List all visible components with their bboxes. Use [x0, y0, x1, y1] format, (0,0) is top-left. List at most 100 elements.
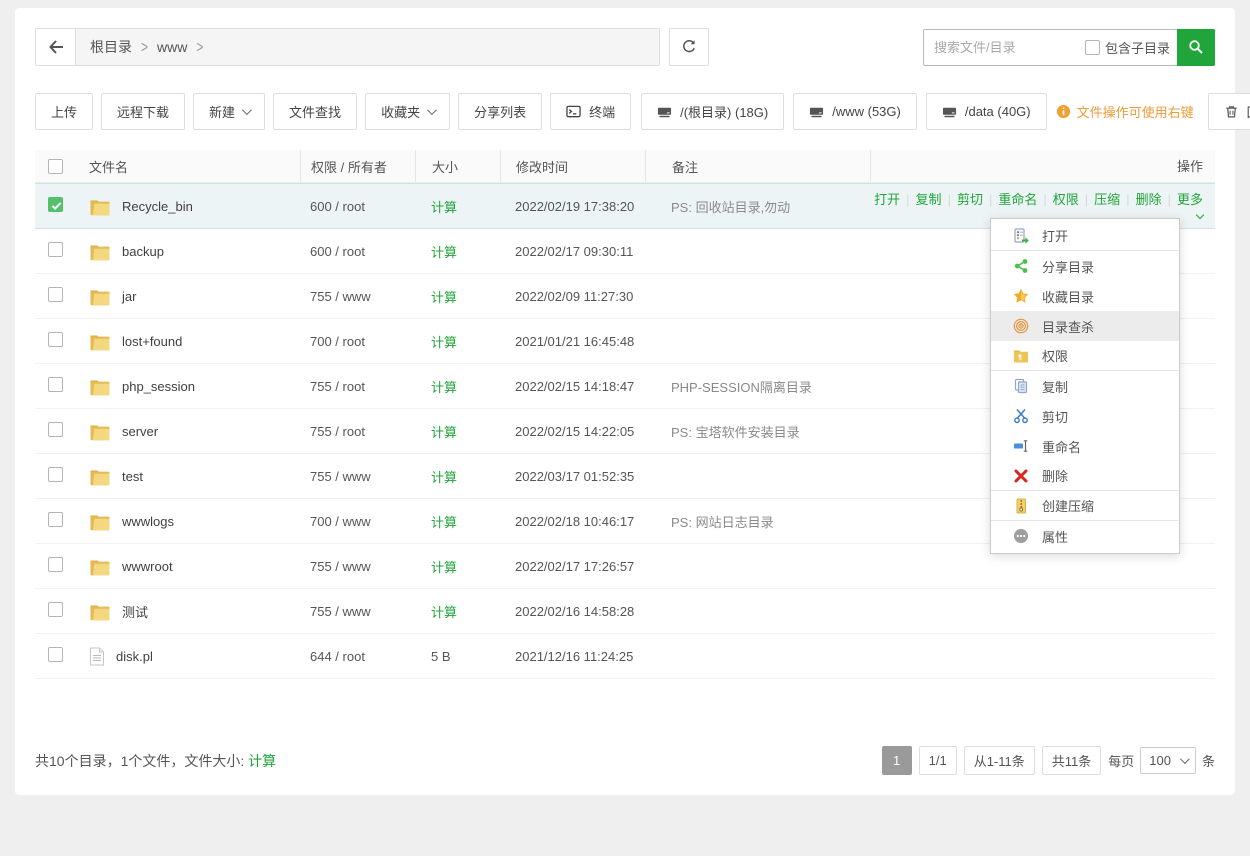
action-delete[interactable]: 删除	[1136, 192, 1162, 207]
select-all-checkbox[interactable]	[48, 159, 63, 174]
search-bar: 包含子目录	[923, 29, 1215, 66]
action-copy[interactable]: 复制	[916, 192, 942, 207]
row-checkbox[interactable]	[48, 287, 63, 302]
action-compress[interactable]: 压缩	[1094, 192, 1120, 207]
header-mtime[interactable]: 修改时间	[500, 150, 645, 182]
row-checkbox[interactable]	[48, 512, 63, 527]
row-checkbox[interactable]	[48, 557, 63, 572]
menu-item-properties[interactable]: 属性	[991, 521, 1179, 551]
calc-size-link[interactable]: 计算	[431, 515, 457, 530]
calc-size-link[interactable]: 计算	[431, 290, 457, 305]
row-checkbox[interactable]	[48, 377, 63, 392]
context-menu: 打开分享目录收藏目录目录查杀权限复制剪切重命名删除创建压缩属性	[990, 218, 1180, 554]
disk-data-button[interactable]: /data (40G)	[926, 93, 1047, 130]
table-row[interactable]: 测试755 / www计算2022/02/16 14:58:28	[35, 589, 1215, 634]
action-rename[interactable]: 重命名	[998, 192, 1037, 207]
search-input[interactable]	[924, 40, 1085, 55]
terminal-button[interactable]: 终端	[550, 93, 631, 130]
menu-item-copy[interactable]: 复制	[991, 371, 1179, 401]
menu-item-create-archive[interactable]: 创建压缩	[991, 491, 1179, 521]
file-permission: 755 / www	[300, 469, 415, 484]
search-button[interactable]	[1177, 29, 1215, 66]
menu-item-open[interactable]: 打开	[991, 221, 1179, 251]
menu-item-delete[interactable]: 删除	[991, 461, 1179, 491]
menu-item-permission[interactable]: 权限	[991, 341, 1179, 371]
modified-time: 2022/02/15 14:22:05	[500, 424, 645, 439]
action-open[interactable]: 打开	[874, 192, 900, 207]
file-name[interactable]: backup	[122, 244, 164, 259]
action-more[interactable]: 更多	[1177, 192, 1203, 223]
action-separator: |	[948, 192, 951, 207]
remote-download-button[interactable]: 远程下载	[101, 93, 185, 130]
table-row[interactable]: disk.pl644 / root5 B2021/12/16 11:24:25	[35, 634, 1215, 679]
calc-size-link[interactable]: 计算	[248, 753, 276, 769]
calc-size-link[interactable]: 计算	[431, 335, 457, 350]
header-size[interactable]: 大小	[415, 150, 500, 182]
new-dropdown-button[interactable]: 新建	[193, 93, 265, 130]
menu-item-directory-scan[interactable]: 目录查杀	[991, 311, 1179, 341]
favorites-dropdown-button[interactable]: 收藏夹	[365, 93, 450, 130]
file-name[interactable]: 测试	[122, 602, 148, 621]
share-list-button[interactable]: 分享列表	[458, 93, 542, 130]
row-checkbox[interactable]	[48, 197, 63, 212]
row-checkbox[interactable]	[48, 647, 63, 662]
recycle-bin-button[interactable]: 回收站	[1208, 93, 1250, 130]
include-subdir-checkbox[interactable]	[1085, 40, 1100, 55]
file-name[interactable]: disk.pl	[116, 649, 153, 664]
menu-item-rename[interactable]: 重命名	[991, 431, 1179, 461]
menu-item-label: 目录查杀	[1042, 317, 1094, 336]
file-name[interactable]: php_session	[122, 379, 195, 394]
file-permission: 600 / root	[300, 244, 415, 259]
back-button[interactable]	[36, 29, 76, 65]
file-name[interactable]: wwwlogs	[122, 514, 174, 529]
menu-item-favorite-directory[interactable]: 收藏目录	[991, 281, 1179, 311]
table-header: 文件名 权限 / 所有者 大小 修改时间 备注 操作	[35, 150, 1215, 183]
header-name[interactable]: 文件名	[75, 150, 300, 182]
file-permission: 700 / root	[300, 334, 415, 349]
upload-button[interactable]: 上传	[35, 93, 93, 130]
row-checkbox[interactable]	[48, 242, 63, 257]
header-permission[interactable]: 权限 / 所有者	[300, 150, 415, 182]
calc-size-link[interactable]: 计算	[431, 605, 457, 620]
include-subdir-option[interactable]: 包含子目录	[1085, 38, 1178, 57]
row-checkbox[interactable]	[48, 332, 63, 347]
terminal-icon	[566, 104, 582, 120]
menu-item-label: 创建压缩	[1042, 496, 1094, 515]
disk-www-button[interactable]: /www (53G)	[793, 93, 917, 130]
row-checkbox[interactable]	[48, 422, 63, 437]
calc-size-link[interactable]: 计算	[431, 200, 457, 215]
calc-size-link[interactable]: 计算	[431, 245, 457, 260]
file-icon	[89, 647, 105, 666]
breadcrumb-www[interactable]: www	[157, 39, 187, 55]
calc-size-link[interactable]: 计算	[431, 470, 457, 485]
menu-item-share-directory[interactable]: 分享目录	[991, 251, 1179, 281]
file-name[interactable]: server	[122, 424, 158, 439]
per-page-select[interactable]: 100	[1140, 747, 1196, 774]
file-name[interactable]: wwwroot	[122, 559, 173, 574]
action-permission[interactable]: 权限	[1053, 192, 1079, 207]
cut-icon	[1013, 408, 1029, 424]
refresh-button[interactable]	[669, 28, 709, 66]
disk-root-button[interactable]: /(根目录) (18G)	[641, 93, 784, 130]
row-checkbox[interactable]	[48, 602, 63, 617]
file-name[interactable]: test	[122, 469, 143, 484]
file-name[interactable]: jar	[122, 289, 136, 304]
modified-time: 2022/03/17 01:52:35	[500, 469, 645, 484]
calc-size-link[interactable]: 计算	[431, 560, 457, 575]
calc-size-link[interactable]: 计算	[431, 425, 457, 440]
page-number-button[interactable]: 1	[882, 746, 912, 775]
header-note[interactable]: 备注	[645, 150, 870, 182]
file-name[interactable]: Recycle_bin	[122, 199, 193, 214]
breadcrumb-root[interactable]: 根目录	[90, 37, 132, 57]
action-cut[interactable]: 剪切	[957, 192, 983, 207]
range-indicator: 从1-11条	[964, 746, 1035, 775]
file-search-button[interactable]: 文件查找	[273, 93, 357, 130]
file-name[interactable]: lost+found	[122, 334, 182, 349]
share-icon	[1013, 258, 1029, 274]
action-separator: |	[1126, 192, 1129, 207]
row-checkbox[interactable]	[48, 467, 63, 482]
menu-item-cut[interactable]: 剪切	[991, 401, 1179, 431]
refresh-icon	[681, 39, 697, 55]
breadcrumb: 根目录 > www >	[76, 29, 659, 65]
calc-size-link[interactable]: 计算	[431, 380, 457, 395]
